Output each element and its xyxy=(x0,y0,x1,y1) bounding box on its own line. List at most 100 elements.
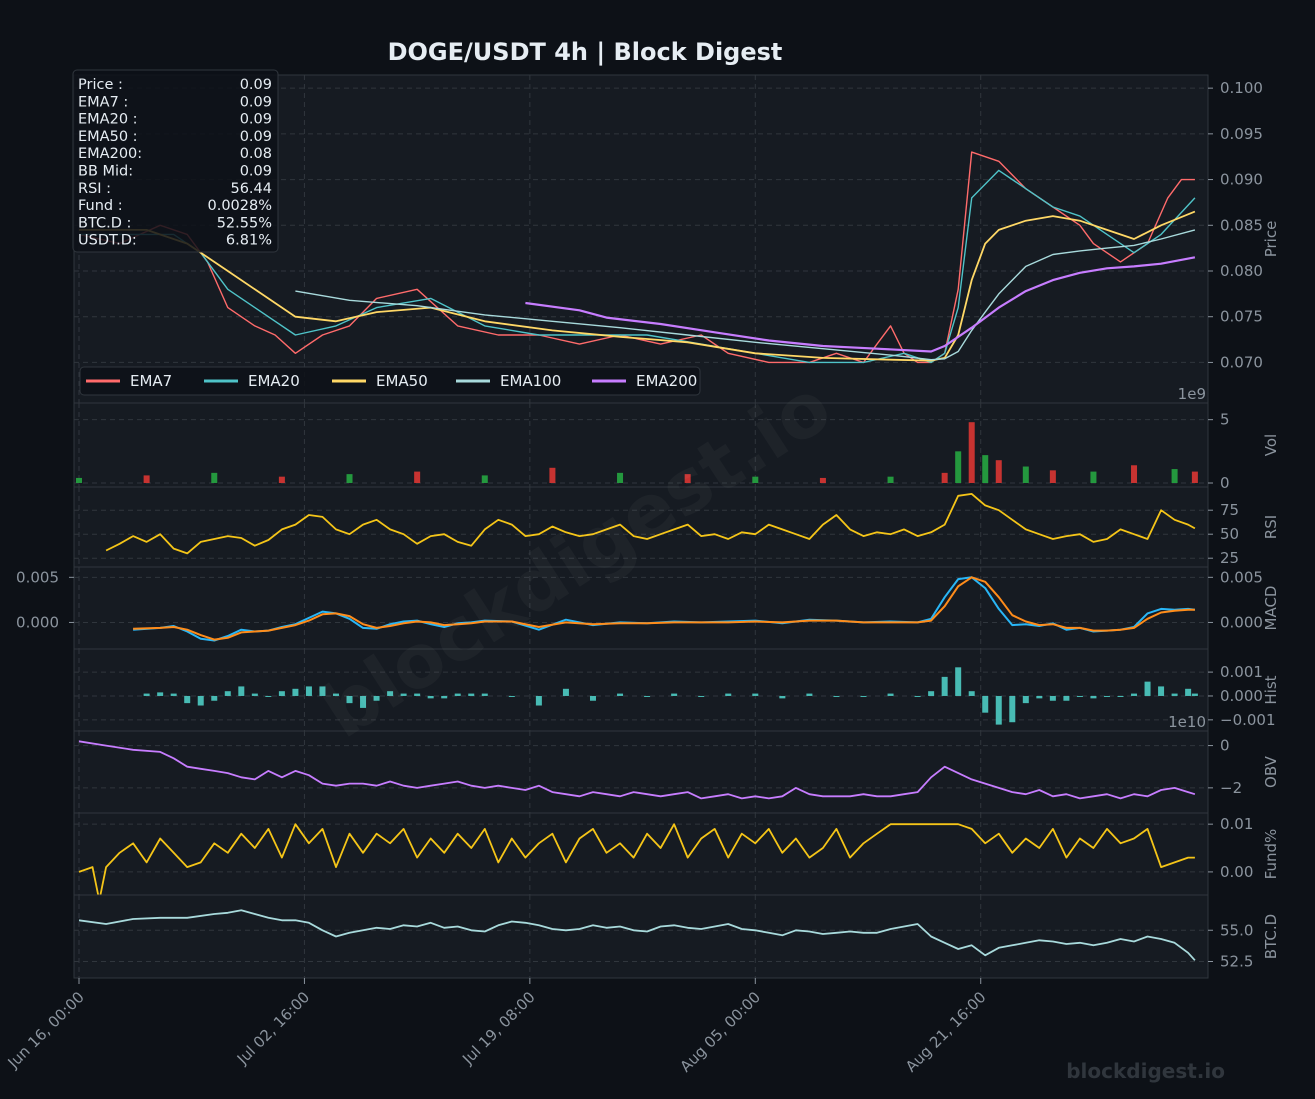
info-label: BB Mid: xyxy=(78,164,133,180)
y-tick-label-price: 0.070 xyxy=(1220,353,1263,371)
bar-hist-25 xyxy=(481,693,488,696)
bar-hist-9 xyxy=(265,695,272,697)
y-tick-label-macd: 0.000 xyxy=(1220,613,1263,631)
bar-hist-37 xyxy=(806,693,813,696)
chart-title: DOGE/USDT 4h | Block Digest xyxy=(388,38,783,66)
bar-hist-4 xyxy=(197,695,204,706)
y-tick-label-rsi: 75 xyxy=(1220,501,1239,519)
bar-hist-27 xyxy=(535,695,542,706)
info-box: Price : 0.09 EMA7 : 0.09 EMA20 : 0.09 EMA50 : 0… xyxy=(72,69,279,253)
y-tick-label-obv: −2 xyxy=(1220,779,1242,797)
bar-hist-3 xyxy=(184,695,191,704)
y-tick-label-btcd: 52.5 xyxy=(1220,953,1253,971)
info-value: 0.09 xyxy=(240,94,272,110)
info-label: EMA50 : xyxy=(78,129,138,145)
info-value: 56.44 xyxy=(230,181,272,197)
bar-hist-54 xyxy=(1090,695,1097,699)
bar-hist-1 xyxy=(157,692,164,696)
bar-hist-42 xyxy=(928,691,935,696)
bar-hist-5 xyxy=(211,695,218,701)
info-value: 0.0028% xyxy=(207,198,272,214)
y-tick-label-hist: 0.000 xyxy=(1220,687,1263,705)
footer-brand: blockdigest.io xyxy=(1066,1059,1225,1083)
bar-vol-6 xyxy=(481,475,488,483)
y-axis-label-vol: Vol xyxy=(1262,434,1280,456)
bar-hist-23 xyxy=(454,693,461,696)
y-axis-label-hist: Hist xyxy=(1262,675,1280,704)
panel-frame-btcd xyxy=(73,894,1209,979)
bar-hist-8 xyxy=(251,693,258,696)
bar-vol-13 xyxy=(941,472,948,483)
bar-vol-4 xyxy=(346,474,353,483)
bar-hist-41 xyxy=(914,695,921,697)
info-value: 0.09 xyxy=(240,77,272,93)
y-tick-label-price: 0.095 xyxy=(1220,125,1263,143)
bar-hist-26 xyxy=(508,695,515,697)
bar-vol-11 xyxy=(819,477,826,483)
bar-vol-7 xyxy=(549,467,556,483)
chart-root: DOGE/USDT 4h | Block Digest 0.070 0.075 0.… xyxy=(0,0,1315,1095)
left-tick-label-macd: 0.000 xyxy=(16,613,59,631)
bar-hist-60 xyxy=(1171,693,1178,696)
bar-hist-10 xyxy=(278,691,285,696)
bar-hist-53 xyxy=(1076,695,1083,697)
bar-hist-6 xyxy=(224,691,231,696)
y-tick-label-price: 0.080 xyxy=(1220,262,1263,280)
bar-vol-18 xyxy=(1022,466,1029,483)
bar-hist-59 xyxy=(1158,686,1165,696)
bar-hist-44 xyxy=(955,667,962,696)
y-tick-label-hist: 0.001 xyxy=(1220,663,1263,681)
y-tick-label-rsi: 25 xyxy=(1220,549,1239,567)
bar-vol-22 xyxy=(1171,469,1178,483)
bar-hist-58 xyxy=(1144,681,1151,696)
bar-hist-11 xyxy=(292,688,299,696)
bar-hist-2 xyxy=(170,693,177,696)
y-tick-label-btcd: 55.0 xyxy=(1220,921,1253,939)
bar-hist-24 xyxy=(468,693,475,696)
info-value: 0.09 xyxy=(240,129,272,145)
info-label: RSI : xyxy=(78,181,111,197)
y-tick-label-rsi: 50 xyxy=(1220,525,1239,543)
y-tick-label-macd: 0.005 xyxy=(1220,568,1263,586)
y-tick-label-fund: 0.01 xyxy=(1220,815,1253,833)
legend-label: EMA100 xyxy=(500,372,561,390)
y-tick-label-price: 0.100 xyxy=(1220,79,1263,97)
y-axis-label-btcd: BTC.D xyxy=(1262,914,1280,959)
info-label: EMA200: xyxy=(78,146,142,162)
bar-hist-35 xyxy=(752,693,759,696)
y-axis-label-price: Price xyxy=(1262,221,1280,258)
info-label: EMA20 : xyxy=(78,112,138,128)
bar-hist-28 xyxy=(562,688,569,696)
panel-hist: −0.001 0.000 0.001Hist 1e10 xyxy=(73,648,1280,732)
legend-label: EMA20 xyxy=(248,372,300,390)
bar-hist-50 xyxy=(1036,695,1043,699)
bar-hist-55 xyxy=(1103,695,1110,697)
bar-vol-15 xyxy=(968,422,975,483)
left-tick-label-macd: 0.005 xyxy=(16,568,59,586)
y-axis-label-obv: OBV xyxy=(1262,755,1280,788)
bar-hist-31 xyxy=(644,695,651,697)
y-tick-label-price: 0.075 xyxy=(1220,308,1263,326)
panel-macd: 0.0000.0050.0000.005MACD xyxy=(16,566,1280,650)
bar-vol-23 xyxy=(1191,471,1198,483)
offset-text-hist: 1e10 xyxy=(1168,713,1206,731)
panel-obv: −2 0 OBV xyxy=(73,730,1280,814)
y-axis-label-rsi: RSI xyxy=(1262,515,1280,539)
panel-frame-obv xyxy=(73,730,1209,814)
bar-hist-57 xyxy=(1131,693,1138,696)
info-label: Fund : xyxy=(78,198,123,214)
bar-vol-16 xyxy=(982,455,989,483)
bar-hist-38 xyxy=(833,695,840,697)
bar-vol-14 xyxy=(955,451,962,483)
y-tick-label-obv: 0 xyxy=(1220,737,1230,755)
panel-frame-macd xyxy=(73,566,1209,650)
bar-hist-48 xyxy=(1009,695,1016,723)
y-axis-label-macd: MACD xyxy=(1262,586,1280,631)
info-label: EMA7 : xyxy=(78,94,128,110)
bar-hist-7 xyxy=(238,686,245,696)
y-tick-label-price: 0.085 xyxy=(1220,216,1263,234)
bar-hist-40 xyxy=(887,693,894,696)
info-label: Price : xyxy=(78,77,123,93)
y-tick-label-fund: 0.00 xyxy=(1220,863,1253,881)
bar-vol-21 xyxy=(1131,465,1138,483)
